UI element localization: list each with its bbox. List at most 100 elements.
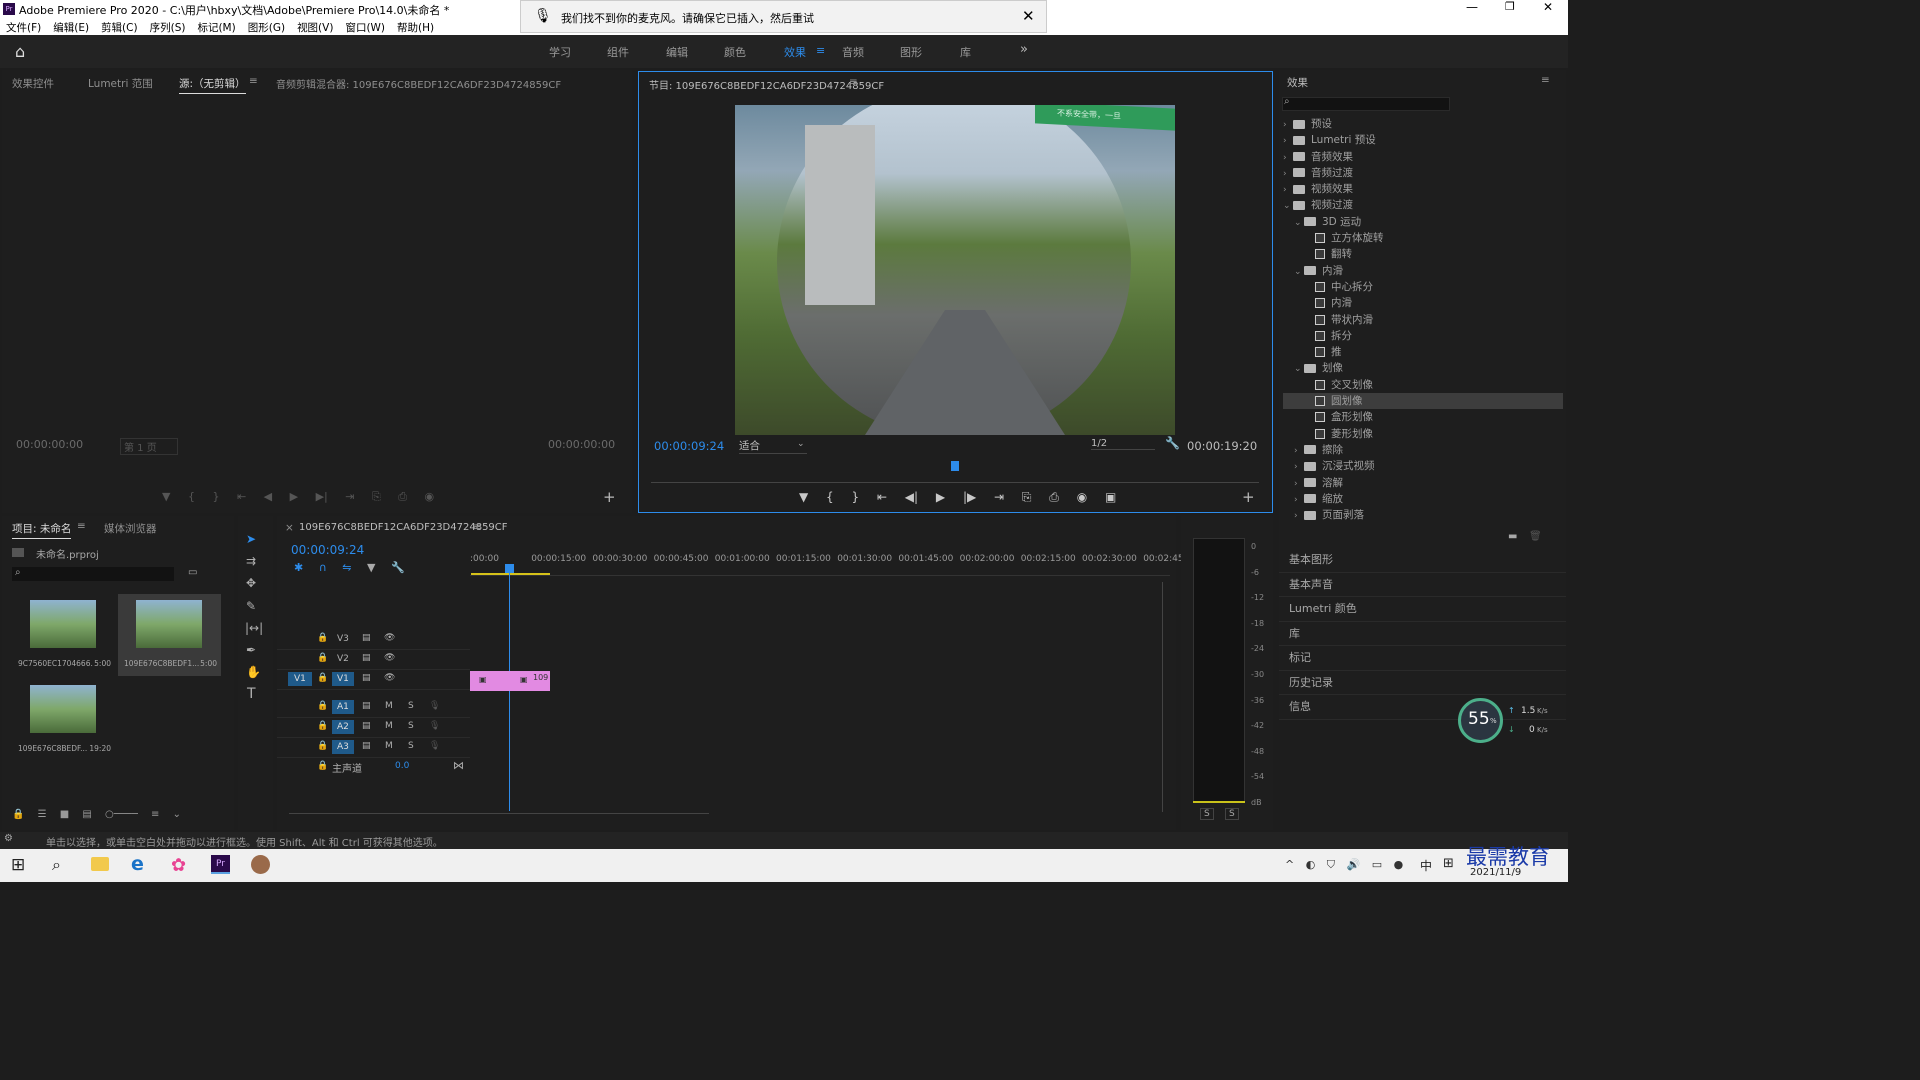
workspace-tab[interactable]: 库 [960,44,971,60]
sync-icon[interactable]: ▤ [362,701,371,711]
chevron-right-icon[interactable]: › [1294,476,1304,492]
search-icon[interactable]: ⌕ [52,855,61,875]
source-timecode-left[interactable]: 00:00:00:00 [16,438,83,451]
side-panel-tab[interactable]: 基本声音 [1279,573,1566,597]
workspace-tab[interactable]: 颜色 [724,44,746,60]
home-icon[interactable]: ⌂ [15,42,25,61]
ime-indicator[interactable]: 中 [1420,857,1432,874]
close-sequence-icon[interactable]: × [285,522,294,534]
tab-project[interactable]: 项目: 未命名 [12,521,72,539]
mute-button[interactable]: M [385,741,393,751]
effects-item[interactable]: 带状内滑 [1283,312,1563,328]
tray-icons[interactable]: ^ ◐ ⛉ 🔊 ▭ ● [1285,858,1407,872]
add-button-icon[interactable]: + [603,488,616,506]
chevron-down-icon[interactable]: ⌄ [1294,361,1304,377]
effects-item[interactable]: 中心拆分 [1283,279,1563,295]
menu-item[interactable]: 序列(S) [150,22,186,34]
effects-folder[interactable]: › 缩放 [1283,491,1563,507]
menu-item[interactable]: 编辑(E) [53,22,89,34]
tab-lumetri-scopes[interactable]: Lumetri 范围 [88,76,153,91]
chevron-right-icon[interactable]: › [1283,166,1293,182]
track-target-button[interactable]: V2 [332,652,354,666]
hand-tool-icon[interactable]: ✋ [246,665,261,679]
keyboard-icon[interactable]: ⊞ [1443,856,1454,871]
chevron-right-icon[interactable]: › [1294,443,1304,459]
lock-icon[interactable]: 🔒 [317,701,328,711]
track-target-button[interactable]: A2 [332,720,354,734]
mic-icon[interactable]: 🎙 [429,701,440,711]
effects-item[interactable]: 翻转 [1283,246,1563,262]
effects-folder[interactable]: › 擦除 [1283,442,1563,458]
lock-icon[interactable]: 🔒 [317,633,328,643]
effects-item[interactable]: 盒形划像 [1283,409,1563,425]
type-tool-icon[interactable]: T [247,686,256,702]
track-select-tool-icon[interactable]: ⇉ [246,554,256,568]
effects-folder[interactable]: › 页面剥落 [1283,507,1563,523]
side-panel-tab[interactable]: Lumetri 颜色 [1279,597,1566,622]
effects-item[interactable]: 内滑 [1283,295,1563,311]
work-area-bar[interactable] [471,573,550,575]
delete-icon[interactable]: 🗑 [1529,531,1542,542]
project-item[interactable]: 109E676C8BEDF1... 5:00 [118,594,221,676]
playhead-handle[interactable] [505,564,514,573]
maximize-button[interactable]: ❐ [1505,0,1515,13]
sync-icon[interactable]: ▤ [362,653,371,663]
workspace-tab[interactable]: 编辑 [666,44,688,60]
sync-icon[interactable]: ▤ [362,633,371,643]
lock-icon[interactable]: 🔒 [317,721,328,731]
panel-menu-icon[interactable]: ≡ [849,76,858,88]
wrench-icon[interactable]: 🔧 [1165,436,1180,450]
mute-button[interactable]: M [385,721,393,731]
eye-icon[interactable]: 👁 [384,673,395,683]
tab-source[interactable]: 源:（无剪辑） [179,76,246,94]
workspace-menu-icon[interactable]: ≡ [816,44,825,57]
chevron-right-icon[interactable]: › [1294,459,1304,475]
new-bin-icon[interactable]: ▬ [1508,531,1517,542]
chevron-right-icon[interactable]: › [1283,182,1293,198]
timeline-hscroll[interactable] [289,813,709,819]
tab-effect-controls[interactable]: 效果控件 [12,76,54,91]
more-workspaces-icon[interactable]: » [1020,42,1028,57]
menu-item[interactable]: 窗口(W) [345,22,385,34]
menu-item[interactable]: 文件(F) [6,22,41,34]
app-flower-icon[interactable]: ✿ [171,855,186,876]
project-item[interactable]: 9C7560EC1704666... 5:00 [12,594,115,676]
chevron-down-icon[interactable]: ⌄ [1283,198,1293,214]
effects-search-input[interactable] [1282,97,1450,111]
effects-folder[interactable]: › 预设 [1283,116,1563,132]
side-panel-tab[interactable]: 库 [1279,622,1566,646]
chevron-down-icon[interactable]: ⌄ [1294,215,1304,231]
mic-icon[interactable]: 🎙 [429,741,440,751]
workspace-tab[interactable]: 图形 [900,44,922,60]
solo-right-button[interactable]: S [1225,808,1239,820]
effects-folder[interactable]: › 视频效果 [1283,181,1563,197]
windows-start-icon[interactable]: ⊞ [11,855,25,875]
chevron-right-icon[interactable]: › [1294,508,1304,524]
effects-item[interactable]: 菱形划像 [1283,426,1563,442]
chevron-right-icon[interactable]: › [1283,150,1293,166]
chevron-right-icon[interactable]: › [1283,117,1293,133]
workspace-tab[interactable]: 组件 [607,44,629,60]
panel-menu-icon[interactable]: ≡ [77,520,86,532]
project-item[interactable]: 109E676C8BEDF... 19:20 [12,679,115,761]
menu-item[interactable]: 图形(G) [248,22,285,34]
effects-folder[interactable]: › Lumetri 预设 [1283,132,1563,148]
side-panel-tab[interactable]: 历史记录 [1279,671,1566,695]
panel-menu-icon[interactable]: ≡ [1541,74,1550,86]
find-icon[interactable]: ▭ [188,567,197,578]
track-target-button[interactable]: V3 [332,632,354,646]
lock-icon[interactable]: 🔒 [317,741,328,751]
eye-icon[interactable]: 👁 [384,653,395,663]
effects-item[interactable]: 立方体旋转 [1283,230,1563,246]
project-search-input[interactable] [12,567,174,581]
add-button-icon[interactable]: + [1242,488,1255,506]
sync-icon[interactable]: ▤ [362,741,371,751]
panel-menu-icon[interactable]: ≡ [249,75,258,87]
track-target-button[interactable]: V1 [332,672,354,686]
effects-folder[interactable]: ⌄ 3D 运动 [1283,214,1563,230]
timeline-vscroll[interactable] [1162,582,1168,812]
timeline-ruler[interactable]: :00:00 00:00:15:00 00:00:30:00 00:00:45:00 0… [470,552,1192,576]
program-timecode[interactable]: 00:00:09:24 [654,439,724,453]
sync-icon[interactable]: ▤ [362,673,371,683]
effects-item[interactable]: 拆分 [1283,328,1563,344]
